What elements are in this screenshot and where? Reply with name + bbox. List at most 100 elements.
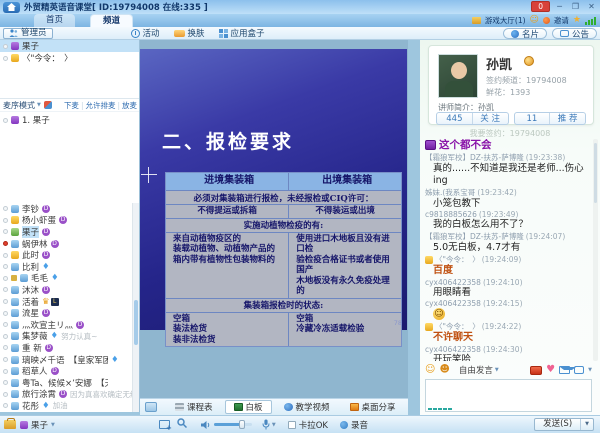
channel-tree-item[interactable]: 1. 果子	[0, 114, 139, 126]
board-list-icon[interactable]	[145, 402, 157, 412]
member-row[interactable]: 活着 ♛L	[0, 296, 132, 308]
chevron-down-icon[interactable]: ▼	[588, 367, 592, 373]
message-text: ☺	[433, 308, 592, 320]
favorite-star-icon[interactable]: ★	[573, 16, 581, 25]
member-row[interactable]: 毛毛 ♦	[0, 273, 132, 285]
admin-button[interactable]: 管理员	[3, 28, 53, 39]
magnifier-icon[interactable]	[177, 418, 187, 431]
message-sender[interactable]: cyx406422358	[425, 299, 481, 308]
unread-badge[interactable]: 0	[531, 1, 550, 12]
message-sender[interactable]: cyx406422358	[425, 345, 481, 354]
member-signature: 因为真喜欢确定无结果	[70, 389, 132, 400]
scrollbar-thumb[interactable]	[134, 300, 138, 345]
magic-emoticon-icon[interactable]: ☻	[439, 365, 449, 375]
volume-control[interactable]	[201, 420, 252, 430]
mic-action-button[interactable]: 下麦	[64, 100, 79, 111]
member-row[interactable]: 比利 ♦	[0, 261, 132, 273]
voice-indicator	[3, 287, 8, 292]
invite-link[interactable]: 邀请	[554, 15, 569, 26]
message-sender[interactable]: 【霜狼军校】DZ-扶苏-萨博隆	[425, 231, 524, 242]
message-sender[interactable]: cyx406422358	[425, 278, 481, 287]
member-row[interactable]: 蜗伊林 D	[0, 238, 132, 250]
maximize-button[interactable]: ❐	[569, 1, 582, 12]
member-row[interactable]: 果子 D	[0, 226, 132, 238]
flower-count: 鲜花：1393	[486, 87, 530, 98]
member-name: 毛毛	[31, 273, 48, 285]
channel-tree-item[interactable]: 〈"今令： 〉	[0, 52, 139, 64]
current-user[interactable]: 果子 ▼	[20, 419, 55, 431]
emotion-icon[interactable]: ☺	[530, 16, 539, 25]
member-row[interactable]: 璃映〆千语 【皇家军团】 ♦	[0, 354, 132, 366]
karaoke-checkbox[interactable]	[288, 421, 296, 429]
game-hall-link[interactable]: 游戏大厅(1)	[485, 15, 526, 26]
minimize-button[interactable]: ─	[553, 1, 566, 12]
voice-indicator	[3, 299, 8, 304]
avatar[interactable]	[438, 54, 478, 98]
member-list-scrollbar[interactable]	[132, 203, 139, 412]
whiteboard-tab[interactable]: 教学视频	[276, 400, 338, 414]
mic-mode-dropdown[interactable]: 麦序模式▼	[3, 100, 41, 111]
name-card-button[interactable]: 名片	[503, 28, 547, 39]
whiteboard-tab[interactable]: 桌面分享	[342, 400, 404, 414]
chat-input[interactable]	[425, 379, 592, 412]
mail-icon[interactable]	[559, 366, 570, 374]
d-badge-icon: D	[42, 205, 50, 213]
member-row[interactable]: 流星 D	[0, 307, 132, 319]
member-signature: 努力认真~	[61, 331, 97, 342]
video-icon	[284, 403, 293, 411]
send-button[interactable]: 发送(S) ▼	[534, 418, 594, 431]
record-icon[interactable]	[340, 421, 348, 429]
message-sender[interactable]: 【霜狼军校】DZ-扶苏-萨博隆	[425, 152, 524, 163]
notice-button[interactable]: 公告	[552, 28, 597, 39]
member-row[interactable]: 稻草人 D	[0, 365, 132, 377]
whiteboard-tab-label: 白板	[246, 401, 263, 413]
scrollbar-thumb[interactable]	[594, 143, 597, 203]
diamond-badge-icon: ♦	[42, 402, 50, 410]
message-time: (19:24:09)	[482, 255, 522, 264]
mic-action-button[interactable]: 允许排麦	[85, 100, 115, 111]
video-icon[interactable]	[530, 366, 542, 375]
skin-button[interactable]: 换肤	[174, 27, 205, 39]
home-icon[interactable]	[3, 2, 20, 13]
gift-icon[interactable]	[543, 17, 550, 24]
message-sender[interactable]: 〈"今令： 〉	[435, 321, 480, 332]
gift-icon	[20, 421, 28, 429]
message-sender[interactable]: c9818885626	[425, 210, 477, 219]
whiteboard-tab[interactable]: 白板	[225, 400, 272, 414]
member-row[interactable]: 沐沐 D	[0, 284, 132, 296]
member-row[interactable]: 集梦薇 ♦ 努力认真~	[0, 331, 132, 343]
slider-thumb[interactable]	[239, 420, 245, 429]
mic-action-button[interactable]: 放麦	[122, 100, 137, 111]
microphone-control[interactable]: ▼	[262, 419, 276, 430]
briefcase-icon[interactable]	[4, 420, 16, 429]
d-badge-icon: D	[42, 251, 50, 259]
member-row[interactable]: 旅行涂霄 D 因为真喜欢确定无结果	[0, 389, 132, 401]
close-button[interactable]: ✕	[585, 1, 598, 12]
whiteboard-tab[interactable]: 课程表	[167, 400, 221, 414]
activity-button[interactable]: 活动	[131, 27, 160, 39]
member-row[interactable]: 重 新 D	[0, 342, 132, 354]
member-row[interactable]: 灬欢宣主リ灬 D	[0, 319, 132, 331]
message-sender[interactable]: 姊妹.(我系宝哥	[425, 187, 475, 198]
member-row[interactable]: 李钞 D	[0, 203, 132, 215]
follow-button[interactable]: 445关 注	[436, 112, 509, 125]
app-box-button[interactable]: 应用盒子	[219, 27, 265, 39]
channel-tree-item[interactable]: 果子	[0, 40, 139, 52]
tab-home[interactable]: 首页	[34, 14, 75, 27]
recommend-button[interactable]: 11推 荐	[514, 112, 587, 125]
member-icon	[11, 286, 19, 294]
member-row[interactable]: 杨小虾蛋 D	[0, 215, 132, 227]
screenshot-icon[interactable]	[159, 420, 170, 429]
volume-slider[interactable]	[214, 423, 252, 426]
member-row[interactable]: 此时 D	[0, 249, 132, 261]
heart-icon[interactable]: ♥	[546, 365, 555, 375]
message-sender[interactable]: 〈"今令： 〉	[435, 254, 480, 265]
chat-scrollbar[interactable]	[593, 139, 598, 361]
emoticon-icon[interactable]: ☺	[425, 365, 435, 375]
status-bar: 果子 ▼ ▼ 卡拉OK 录音 发送(S) ▼	[0, 415, 600, 433]
speak-mode-dropdown[interactable]: 自由发言▼	[459, 364, 499, 376]
member-row[interactable]: 粤Ta、候候×’安娜 【天籁歌手】	[0, 377, 132, 389]
member-row[interactable]: 花彤 ♦ 加油	[0, 400, 132, 412]
member-name: 重 新	[22, 342, 42, 354]
tab-channel[interactable]: 频道	[90, 14, 133, 27]
